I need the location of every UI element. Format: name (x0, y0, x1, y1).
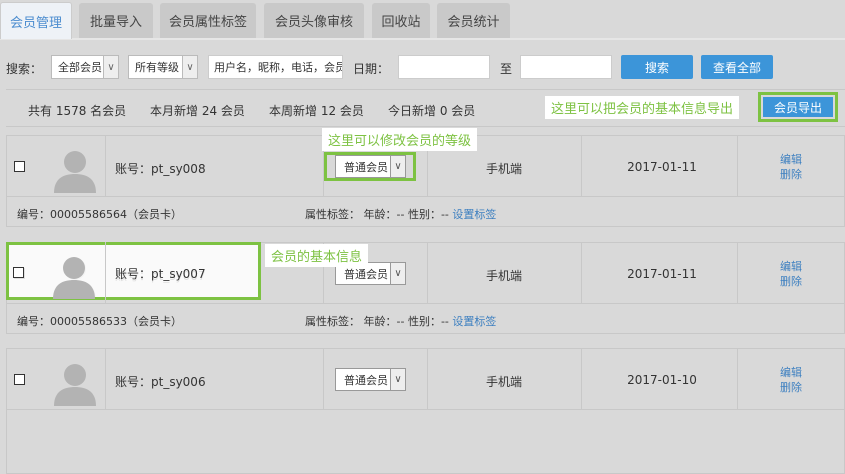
member-device: 手机端 (485, 162, 522, 176)
set-tags-link[interactable]: 设置标签 (452, 315, 496, 328)
tab-batch-import[interactable]: 批量导入 (79, 3, 153, 38)
member-actions: 编辑 删除 (771, 259, 811, 289)
member-device: 手机端 (485, 375, 522, 389)
member-actions: 编辑 删除 (771, 152, 811, 182)
edit-link[interactable]: 编辑 (771, 365, 811, 380)
tab-recycle-bin[interactable]: 回收站 (372, 3, 430, 38)
delete-link[interactable]: 删除 (771, 274, 811, 289)
member-age: 年龄：-- (363, 315, 405, 328)
member-checkbox[interactable] (14, 374, 25, 385)
avatar-placeholder-icon (54, 151, 96, 193)
member-checkbox[interactable] (14, 161, 25, 172)
member-level-select[interactable]: 普通会员 ∨ (335, 368, 406, 391)
member-date: 2017-01-11 (627, 160, 697, 174)
search-label: 搜索： (6, 62, 43, 76)
level-filter-value: 所有等级 (135, 61, 179, 74)
level-hint: 这里可以修改会员的等级 (322, 128, 478, 151)
tab-member-stats[interactable]: 会员统计 (437, 3, 510, 38)
member-date: 2017-01-10 (627, 373, 697, 387)
avatar-placeholder-icon (53, 257, 95, 299)
edit-link[interactable]: 编辑 (771, 152, 811, 167)
edit-link[interactable]: 编辑 (771, 259, 811, 274)
chevron-down-icon: ∨ (390, 263, 405, 284)
chevron-down-icon: ∨ (182, 56, 197, 78)
member-actions: 编辑 删除 (771, 365, 811, 395)
stat-month-new: 本月新增 24 会员 (150, 104, 245, 118)
level-filter-select[interactable]: 所有等级 ∨ (128, 55, 198, 79)
member-checkbox[interactable] (13, 267, 24, 278)
member-card: 账号：pt_sy006 普通会员 ∨ 手机端 2017-01-10 编辑 删除 (6, 348, 845, 474)
member-scope-select[interactable]: 全部会员 ∨ (51, 55, 119, 79)
member-row: 账号：pt_sy006 普通会员 ∨ 手机端 2017-01-10 编辑 删除 (7, 349, 844, 410)
member-date: 2017-01-11 (627, 267, 697, 281)
member-account: 账号：pt_sy006 (115, 375, 206, 389)
column-divider (105, 242, 106, 300)
date-label: 日期： (353, 62, 390, 76)
info-hint: 会员的基本信息 (265, 244, 369, 267)
delete-link[interactable]: 删除 (771, 380, 811, 395)
tab-member-tags[interactable]: 会员属性标签 (160, 3, 256, 38)
member-gender: 性别：-- (407, 315, 449, 328)
export-hint: 这里可以把会员的基本信息导出 (545, 96, 740, 119)
level-highlight (324, 152, 416, 181)
keyword-search-input[interactable]: 用户名，昵称，电话，会员 (208, 55, 343, 79)
member-age: 年龄：-- (363, 208, 405, 221)
stat-today-new: 今日新增 0 会员 (388, 104, 476, 118)
tab-member-management[interactable]: 会员管理 (0, 2, 72, 39)
member-meta-row: 编号：00005586533（会员卡） 属性标签： 年龄：-- 性别：-- 设置… (7, 304, 844, 334)
member-account: 账号：pt_sy008 (115, 162, 206, 176)
search-button[interactable]: 搜索 (621, 55, 693, 79)
member-device: 手机端 (485, 269, 522, 283)
member-meta-row: 编号：00005586564（会员卡） 属性标签： 年龄：-- 性别：-- 设置… (7, 197, 844, 227)
member-gender: 性别：-- (407, 208, 449, 221)
member-number: 编号：00005586533（会员卡） (17, 315, 182, 328)
delete-link[interactable]: 删除 (771, 167, 811, 182)
member-account-highlighted: 账号：pt_sy007 (115, 267, 206, 281)
date-to-label: 至 (500, 62, 513, 76)
tags-label: 属性标签： (305, 315, 360, 328)
stat-week-new: 本周新增 12 会员 (269, 104, 364, 118)
search-row: 搜索： 全部会员 ∨ 所有等级 ∨ 用户名，昵称，电话，会员 日期： 至 搜索 … (0, 55, 845, 81)
member-level-value: 普通会员 (344, 267, 388, 281)
end-date-input[interactable] (520, 55, 612, 79)
chevron-down-icon: ∨ (103, 56, 118, 78)
member-level-value: 普通会员 (344, 373, 388, 387)
member-scope-value: 全部会员 (58, 61, 102, 74)
tab-bar: 会员管理 批量导入 会员属性标签 会员头像审核 回收站 会员统计 (0, 0, 845, 40)
export-highlight: 会员导出 (758, 92, 838, 122)
tags-label: 属性标签： (305, 208, 360, 221)
view-all-button[interactable]: 查看全部 (701, 55, 773, 79)
stat-total: 共有 1578 名会员 (28, 104, 127, 118)
chevron-down-icon: ∨ (390, 369, 405, 390)
member-number: 编号：00005586564（会员卡） (17, 208, 182, 221)
member-export-button[interactable]: 会员导出 (763, 97, 833, 117)
start-date-input[interactable] (398, 55, 490, 79)
tab-avatar-review[interactable]: 会员头像审核 (264, 3, 364, 38)
set-tags-link[interactable]: 设置标签 (452, 208, 496, 221)
avatar-placeholder-icon (54, 364, 96, 406)
